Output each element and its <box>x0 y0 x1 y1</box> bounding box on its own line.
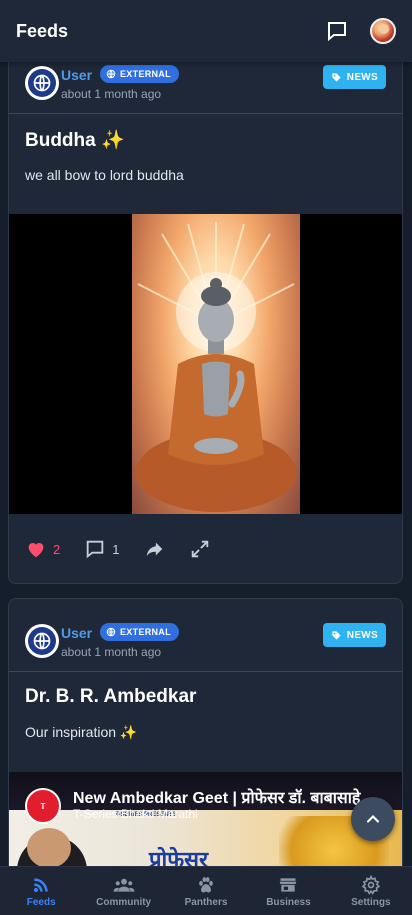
external-badge: EXTERNAL <box>100 623 179 641</box>
category-label: NEWS <box>346 629 378 641</box>
nav-item-settings[interactable]: Settings <box>330 867 412 915</box>
tag-icon <box>332 630 341 640</box>
post-time: about 1 month ago <box>61 87 162 101</box>
external-badge-label: EXTERNAL <box>120 69 171 79</box>
post-time: about 1 month ago <box>61 645 162 659</box>
post-title: Dr. B. R. Ambedkar <box>25 686 197 707</box>
chevron-up-icon <box>366 815 380 823</box>
post-card[interactable]: User EXTERNAL about 1 month ago NEWS Bud… <box>8 40 403 584</box>
nav-label: Panthers <box>184 896 228 908</box>
community-icon <box>113 878 135 892</box>
profile-avatar[interactable] <box>370 18 396 44</box>
chat-icon[interactable] <box>324 18 350 44</box>
external-badge-label: EXTERNAL <box>120 627 171 637</box>
rss-icon <box>34 877 48 892</box>
expand-button[interactable] <box>189 538 211 560</box>
feed-list[interactable]: User EXTERNAL about 1 month ago NEWS Bud… <box>0 0 412 866</box>
app-screen: User EXTERNAL about 1 month ago NEWS Bud… <box>0 0 412 915</box>
nav-label: Business <box>266 896 311 908</box>
post-title: Buddha ✨ <box>25 130 125 151</box>
post-author[interactable]: User <box>61 67 92 83</box>
category-badge[interactable]: NEWS <box>322 65 386 89</box>
nav-label: Settings <box>351 896 391 908</box>
portrait-face-graphic <box>27 828 71 866</box>
app-header: Feeds <box>0 0 412 62</box>
bottom-nav: Feeds Community Panthers Business Settin… <box>0 866 412 915</box>
post-media[interactable] <box>9 214 402 514</box>
globe-small-icon <box>106 627 116 637</box>
comment-icon <box>86 540 104 559</box>
nav-item-business[interactable]: Business <box>247 867 329 915</box>
category-badge[interactable]: NEWS <box>322 623 386 647</box>
post-body: we all bow to lord buddha <box>25 167 184 183</box>
gear-icon <box>361 874 381 895</box>
nav-item-feeds[interactable]: Feeds <box>0 867 82 915</box>
scroll-to-top-button[interactable] <box>351 797 395 841</box>
heart-icon <box>28 543 44 558</box>
like-button[interactable]: 2 <box>25 538 60 560</box>
page-title: Feeds <box>16 20 69 41</box>
like-count: 2 <box>53 541 61 557</box>
post-card[interactable]: User EXTERNAL about 1 month ago NEWS Dr.… <box>8 598 403 866</box>
post-actions: 2 1 <box>9 514 402 583</box>
video-banner-text: प्रोफेसर <box>149 847 209 866</box>
video-embed[interactable]: T-SERIES PRESENTS प्रोफेसर T New Ambedka… <box>9 772 402 866</box>
nav-label: Community <box>96 896 152 908</box>
post-author[interactable]: User <box>61 625 92 641</box>
paw-icon <box>199 876 213 892</box>
expand-icon <box>192 540 209 558</box>
globe-small-icon <box>106 69 116 79</box>
post-body: Our inspiration ✨ <box>25 724 138 740</box>
external-badge: EXTERNAL <box>100 65 179 83</box>
comment-button[interactable]: 1 <box>84 538 119 560</box>
category-label: NEWS <box>346 71 378 83</box>
nav-item-community[interactable]: Community <box>82 867 164 915</box>
video-title[interactable]: New Ambedkar Geet | प्रोफेसर डॉ. बाबासाह… <box>73 786 360 808</box>
post-header: User EXTERNAL about 1 month ago NEWS <box>9 599 402 672</box>
store-icon <box>280 877 297 892</box>
share-icon <box>147 542 163 557</box>
nav-item-panthers[interactable]: Panthers <box>165 867 247 915</box>
channel-avatar[interactable]: T <box>25 788 61 824</box>
globe-icon[interactable] <box>25 66 59 100</box>
tag-icon <box>332 72 341 82</box>
globe-icon[interactable] <box>25 624 59 658</box>
comment-count: 1 <box>112 541 120 557</box>
buddha-image[interactable] <box>132 214 300 514</box>
share-button[interactable] <box>143 538 165 560</box>
nav-label: Feeds <box>26 896 56 908</box>
video-channel[interactable]: T-Series Bhakti Marathi <box>73 807 198 821</box>
